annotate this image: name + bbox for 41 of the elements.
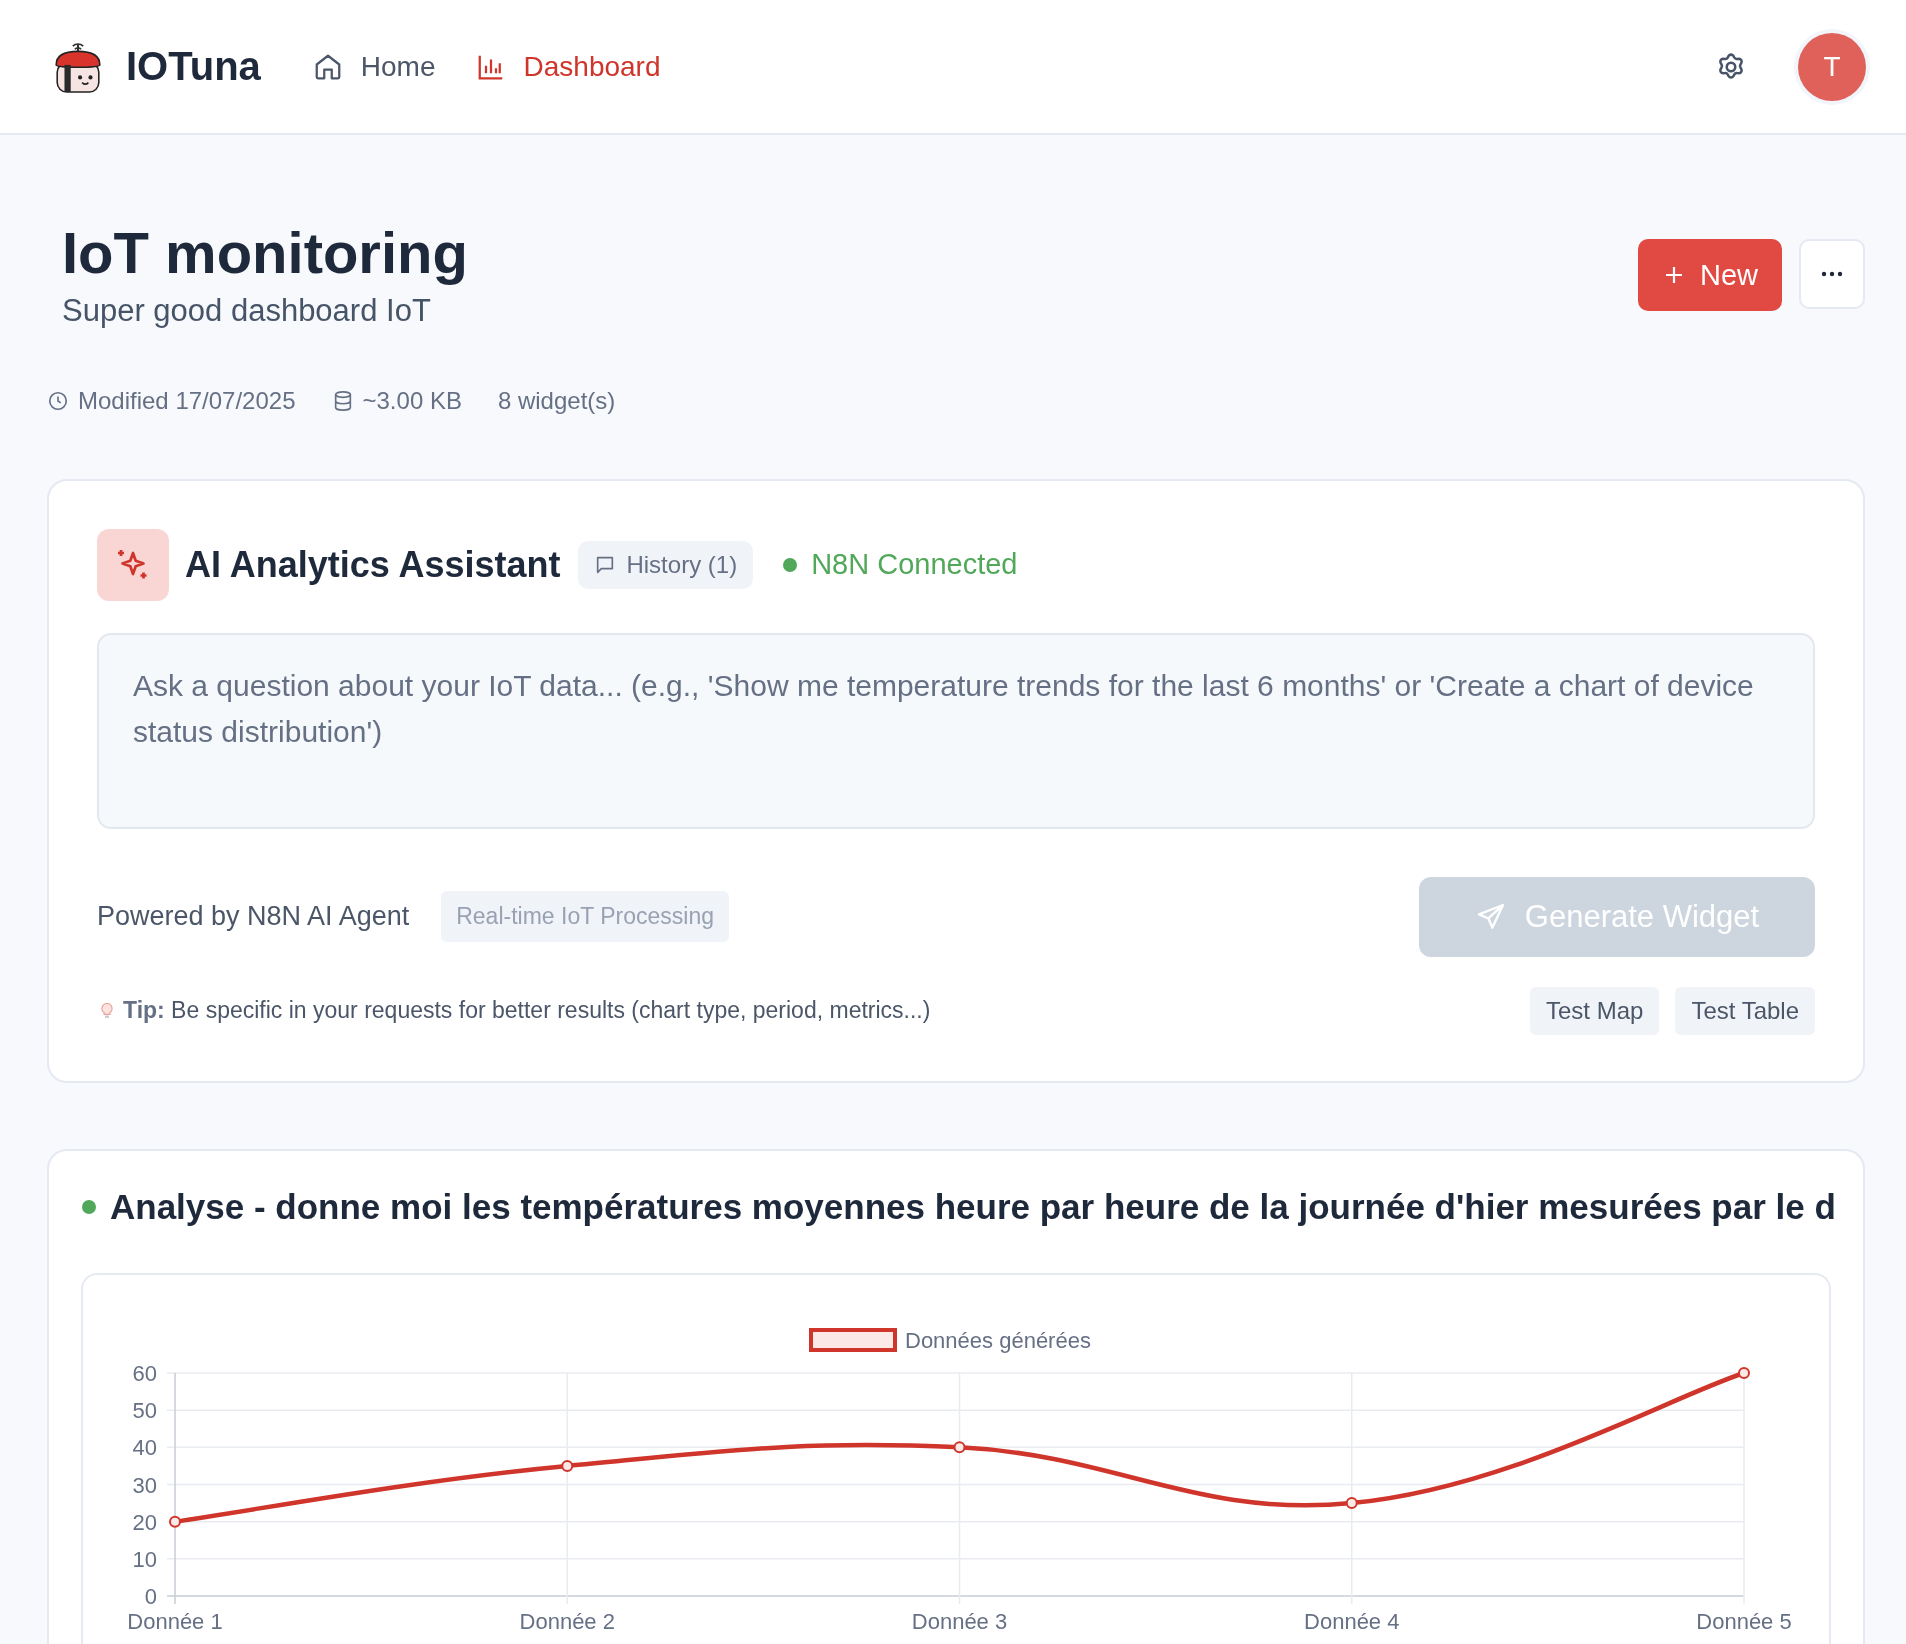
- page-subtitle: Super good dashboard IoT: [62, 292, 432, 329]
- new-button[interactable]: New: [1638, 239, 1782, 311]
- prompt-field[interactable]: Ask a question about your IoT data... (e.g., 'Show me temperature trends for the last 6 months' or 'Create a chart of device status distribution'): [97, 632, 1815, 829]
- test-button[interactable]: Test Map: [1530, 986, 1660, 1035]
- axis-label: 20: [132, 1509, 157, 1535]
- axis-label: 60: [132, 1360, 157, 1386]
- nav-link[interactable]: Dashboard: [475, 50, 661, 83]
- ellipsis-icon: [1820, 270, 1844, 278]
- meta-text: Modified 17/07/2025: [78, 386, 296, 415]
- legend-label: Données générées: [905, 1327, 1091, 1353]
- data-point: [1738, 1366, 1750, 1379]
- axis-label: Donnée 5: [1696, 1608, 1792, 1634]
- axis-label: 50: [132, 1397, 157, 1423]
- tip-text: Tip: Be specific in your requests for better results (chart type, period, metrics...): [123, 997, 931, 1025]
- axis-label: 30: [132, 1472, 157, 1498]
- data-point: [561, 1459, 574, 1472]
- meta-text: 8 widget(s): [497, 386, 616, 415]
- test-button[interactable]: Test Table: [1675, 986, 1815, 1035]
- sparkle-icon: [97, 528, 169, 601]
- data-point: [1345, 1496, 1358, 1509]
- axis-label: Donnée 1: [127, 1608, 223, 1634]
- axis-label: 0: [144, 1583, 157, 1609]
- clock-icon: [47, 389, 69, 412]
- axis-label: 10: [132, 1546, 157, 1572]
- meta-text: ~3.00 KB: [362, 386, 462, 415]
- axis-label: Donnée 2: [519, 1608, 615, 1634]
- page-title: IoT monitoring: [62, 221, 468, 285]
- data-point: [169, 1515, 181, 1528]
- data-point: [953, 1441, 966, 1454]
- axis-label: Donnée 3: [911, 1608, 1008, 1634]
- nav-link[interactable]: Home: [312, 50, 436, 83]
- widget-title: Analyse - donne moi les températures moyennes heure par heure de la journée d'hier mesurées par le d: [110, 1186, 1836, 1227]
- axis-label: 40: [132, 1435, 157, 1461]
- feature-tag: Real-time IoT Processing: [441, 891, 729, 943]
- powered-by-text: Powered by N8N AI Agent: [97, 901, 410, 933]
- history-button[interactable]: History (1): [578, 540, 754, 589]
- axis-label: Donnée 4: [1304, 1608, 1400, 1634]
- assistant-title: AI Analytics Assistant: [185, 543, 561, 586]
- brand-name: IOTuna: [126, 44, 261, 89]
- user-avatar[interactable]: T: [1798, 32, 1866, 101]
- status-label: N8N Connected: [811, 548, 1018, 582]
